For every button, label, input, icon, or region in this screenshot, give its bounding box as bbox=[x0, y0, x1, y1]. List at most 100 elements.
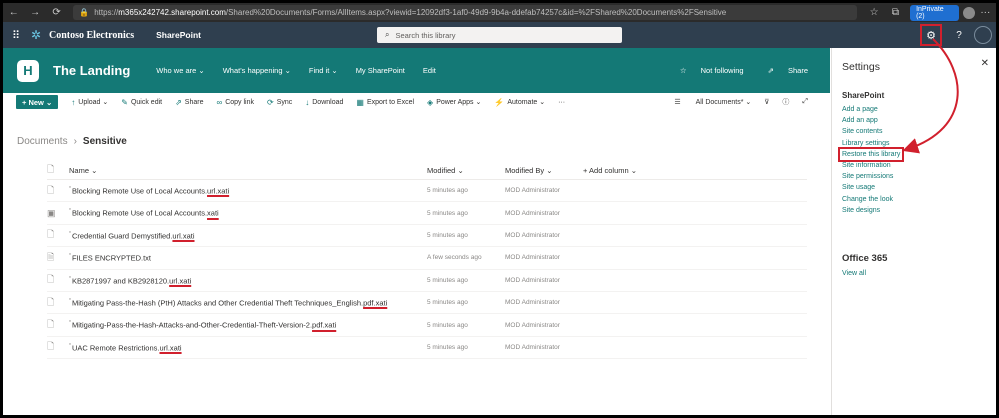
settings-links: Add a page Add an app Site contents Library… bbox=[837, 104, 905, 216]
encrypted-extension: url.xati bbox=[169, 276, 192, 285]
site-navigation: Who we are ⌄ What's happening ⌄ Find it … bbox=[156, 66, 454, 75]
breadcrumb: Documents › Sensitive bbox=[17, 136, 127, 147]
table-row[interactable]: 🗋 *Credential Guard Demystified.url.xati 5… bbox=[47, 225, 807, 248]
nav-edit[interactable]: Edit bbox=[423, 66, 436, 75]
breadcrumb-documents[interactable]: Documents bbox=[17, 136, 68, 147]
encrypted-extension: pdf.xati bbox=[312, 320, 337, 330]
settings-link-add-an-app[interactable]: Add an app bbox=[842, 115, 902, 126]
table-row[interactable]: 🗋 *Blocking Remote Use of Local Accounts.… bbox=[47, 180, 807, 203]
share-site-button[interactable]: ⇗ Share bbox=[756, 66, 808, 75]
modified-value: A few seconds ago bbox=[427, 254, 482, 262]
file-type-header-icon[interactable]: 🗋 bbox=[47, 162, 69, 178]
automate-button[interactable]: ⚡ Automate ⌄ bbox=[494, 98, 545, 107]
follow-button[interactable]: ☆ Not following bbox=[668, 66, 744, 75]
suite-app-name[interactable]: SharePoint bbox=[156, 30, 201, 40]
file-icon: 🗋 bbox=[47, 184, 55, 195]
site-header: H The Landing Who we are ⌄ What's happen… bbox=[3, 48, 830, 93]
settings-link-library-settings[interactable]: Library settings bbox=[842, 138, 902, 149]
header-modified[interactable]: Modified ⌄ bbox=[427, 166, 505, 175]
edit-icon: ✎ bbox=[121, 97, 128, 107]
more-options-icon[interactable]: ··· bbox=[975, 3, 996, 22]
more-commands-button[interactable]: ··· bbox=[558, 99, 565, 106]
export-to-excel-button[interactable]: ▦ Export to Excel bbox=[356, 98, 414, 107]
app-launcher-icon[interactable]: ⠿ bbox=[7, 29, 25, 42]
forward-icon[interactable]: → bbox=[24, 3, 45, 22]
settings-link-site-permissions[interactable]: Site permissions bbox=[842, 171, 902, 182]
header-modified-by[interactable]: Modified By ⌄ bbox=[505, 166, 583, 175]
settings-link-site-information[interactable]: Site information bbox=[842, 160, 902, 171]
settings-link-add-a-page[interactable]: Add a page bbox=[842, 104, 902, 115]
file-name[interactable]: *FILES ENCRYPTED.txt bbox=[69, 253, 427, 263]
info-icon[interactable]: ⓘ bbox=[782, 97, 789, 107]
favorite-star-icon[interactable]: ☆ bbox=[863, 3, 884, 22]
inprivate-badge[interactable]: InPrivate (2) bbox=[910, 4, 960, 21]
table-row[interactable]: 🗋 *UAC Remote Restrictions.url.xati 5 minu… bbox=[47, 337, 807, 360]
upload-button[interactable]: ↑ Upload ⌄ bbox=[71, 98, 108, 107]
power-apps-button[interactable]: ◈ Power Apps ⌄ bbox=[427, 98, 481, 107]
profile-avatar[interactable] bbox=[963, 6, 975, 19]
table-row[interactable]: 🗎 *FILES ENCRYPTED.txt A few seconds ago MO… bbox=[47, 247, 807, 270]
file-name[interactable]: *UAC Remote Restrictions.url.xati bbox=[69, 343, 427, 353]
settings-link-site-contents[interactable]: Site contents bbox=[842, 126, 902, 137]
new-item-marker-icon: * bbox=[69, 275, 71, 282]
quick-edit-button[interactable]: ✎ Quick edit bbox=[121, 98, 162, 107]
encrypted-extension: url.xati bbox=[172, 231, 195, 241]
modified-by-value[interactable]: MOD Administrator bbox=[505, 299, 583, 306]
office-365-heading: Office 365 bbox=[842, 253, 888, 264]
user-avatar[interactable] bbox=[974, 26, 992, 44]
settings-link-site-designs[interactable]: Site designs bbox=[842, 205, 902, 216]
modified-by-value[interactable]: MOD Administrator bbox=[505, 254, 583, 261]
modified-by-value[interactable]: MOD Administrator bbox=[505, 232, 583, 239]
collections-icon[interactable]: ⧉ bbox=[885, 3, 906, 22]
new-button[interactable]: + New ⌄ bbox=[16, 95, 59, 109]
site-title[interactable]: The Landing bbox=[53, 63, 130, 78]
download-button[interactable]: ↓ Download bbox=[305, 98, 343, 107]
nav-my-sharepoint[interactable]: My SharePoint bbox=[356, 66, 405, 75]
file-name[interactable]: *Mitigating-Pass-the-Hash-Attacks-and-Ot… bbox=[69, 320, 427, 330]
share-icon: ⇗ bbox=[175, 97, 182, 107]
filter-icon[interactable]: ⊽ bbox=[764, 98, 769, 106]
modified-by-value[interactable]: MOD Administrator bbox=[505, 344, 583, 351]
new-item-marker-icon: * bbox=[69, 297, 71, 304]
file-name[interactable]: *Blocking Remote Use of Local Accounts.x… bbox=[69, 208, 427, 218]
view-selector[interactable]: ☰ All Documents* ⌄ bbox=[661, 98, 751, 106]
expand-icon[interactable]: ⤢ bbox=[802, 98, 808, 106]
modified-value: 5 minutes ago bbox=[427, 231, 468, 239]
nav-who-we-are[interactable]: Who we are ⌄ bbox=[156, 66, 204, 75]
header-name[interactable]: Name ⌄ bbox=[69, 166, 427, 175]
modified-by-value[interactable]: MOD Administrator bbox=[505, 187, 583, 194]
table-row[interactable]: 🗋 *Mitigating-Pass-the-Hash-Attacks-and-O… bbox=[47, 314, 807, 337]
share-button[interactable]: ⇗ Share bbox=[175, 98, 203, 107]
modified-by-value[interactable]: MOD Administrator bbox=[505, 322, 583, 329]
refresh-icon[interactable]: ⟳ bbox=[46, 3, 67, 22]
sync-button[interactable]: ⟳ Sync bbox=[267, 98, 292, 107]
file-name[interactable]: *Credential Guard Demystified.url.xati bbox=[69, 231, 427, 241]
automate-icon: ⚡ bbox=[494, 97, 505, 107]
add-column-button[interactable]: + Add column ⌄ bbox=[583, 166, 703, 175]
back-icon[interactable]: ← bbox=[3, 3, 24, 22]
table-row[interactable]: ▣ *Blocking Remote Use of Local Accounts.… bbox=[47, 202, 807, 225]
brand-name[interactable]: Contoso Electronics bbox=[49, 30, 134, 41]
close-icon[interactable]: ✕ bbox=[981, 58, 989, 69]
modified-value: 5 minutes ago bbox=[427, 209, 468, 217]
view-all-link[interactable]: View all bbox=[842, 270, 866, 277]
nav-whats-happening[interactable]: What's happening ⌄ bbox=[223, 66, 291, 75]
address-bar[interactable]: 🔒 https://m365x242742.sharepoint.com/Sha… bbox=[73, 5, 858, 20]
file-name[interactable]: *Blocking Remote Use of Local Accounts.u… bbox=[69, 186, 427, 196]
modified-by-value[interactable]: MOD Administrator bbox=[505, 277, 583, 284]
nav-find-it[interactable]: Find it ⌄ bbox=[309, 66, 338, 75]
copy-link-button[interactable]: ∞ Copy link bbox=[216, 98, 254, 107]
settings-link-change-the-look[interactable]: Change the look bbox=[842, 194, 902, 205]
search-input[interactable]: ⌕ Search this library bbox=[377, 27, 622, 43]
help-icon[interactable]: ? bbox=[950, 30, 968, 41]
modified-by-value[interactable]: MOD Administrator bbox=[505, 210, 583, 217]
file-name[interactable]: *Mitigating Pass-the-Hash (PtH) Attacks … bbox=[69, 298, 427, 308]
settings-link-site-usage[interactable]: Site usage bbox=[842, 182, 902, 193]
table-row[interactable]: 🗋 *KB2871997 and KB2928120.url.xati 5 minu… bbox=[47, 270, 807, 292]
settings-link-restore-this-library[interactable]: Restore this library bbox=[837, 146, 905, 162]
file-name[interactable]: *KB2871997 and KB2928120.url.xati bbox=[69, 276, 427, 286]
settings-gear-button[interactable]: ⚙ bbox=[920, 24, 942, 46]
table-row[interactable]: 🗋 *Mitigating Pass-the-Hash (PtH) Attacks… bbox=[47, 292, 807, 315]
site-logo[interactable]: H bbox=[17, 59, 39, 82]
modified-value: 5 minutes ago bbox=[427, 343, 468, 351]
